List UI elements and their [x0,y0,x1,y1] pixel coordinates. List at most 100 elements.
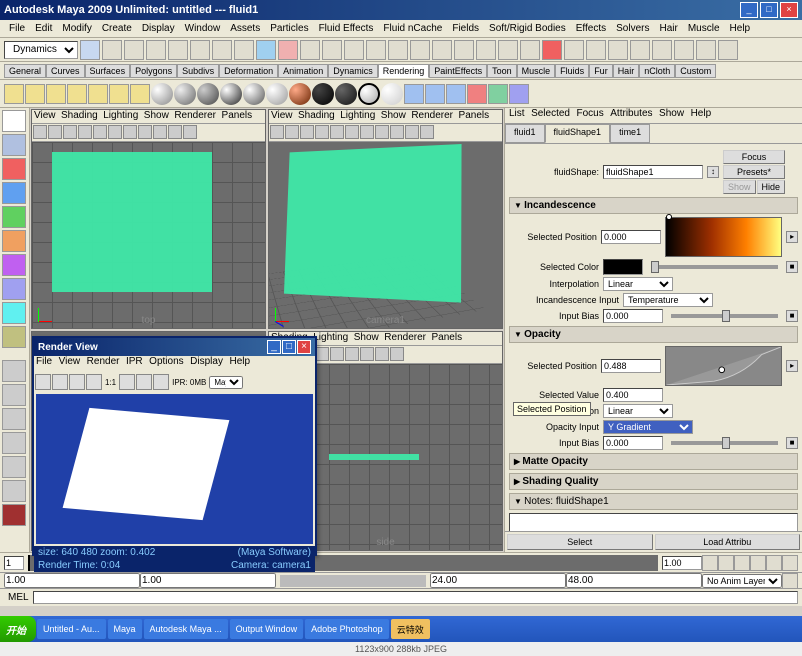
layout-icon[interactable] [2,504,26,526]
tool-icon[interactable] [2,326,26,348]
shelf-icon[interactable] [4,84,24,104]
material-sphere-icon[interactable] [243,83,265,105]
tool-icon[interactable] [718,40,738,60]
playback-play-icon[interactable] [750,555,766,571]
vp-tool-icon[interactable] [168,125,182,139]
sel-pos-input[interactable] [601,230,661,244]
shelf-tab[interactable]: Deformation [219,64,278,78]
playback-start-input[interactable] [4,556,24,570]
shelf-tab[interactable]: nCloth [639,64,675,78]
vp-tool-icon[interactable] [78,125,92,139]
vp-tool-icon[interactable] [270,125,284,139]
material-sphere-icon[interactable] [220,83,242,105]
vpmenu-panels[interactable]: Panels [459,110,490,121]
shelf-tab[interactable]: Toon [487,64,517,78]
shelf-tab[interactable]: Subdivs [177,64,219,78]
rvmenu-render[interactable]: Render [87,356,120,367]
conn-icon[interactable]: ■ [786,261,798,273]
notes-header[interactable]: Notes: fluidShape1 [509,493,798,510]
nav-icon[interactable]: ↕ [707,166,719,178]
rvmenu-display[interactable]: Display [190,356,223,367]
vp-tool-icon[interactable] [390,125,404,139]
range-start2-input[interactable] [140,573,276,588]
menu-window[interactable]: Window [180,21,226,36]
render-view-titlebar[interactable]: Render View _ □ × [34,338,315,356]
menu-edit[interactable]: Edit [30,21,57,36]
rv-tool-icon[interactable] [35,374,51,390]
rv-tool-icon[interactable] [86,374,102,390]
menu-effects[interactable]: Effects [571,21,611,36]
anim-opt-icon[interactable] [782,573,798,589]
layout-icon[interactable] [2,408,26,430]
shelf-tab[interactable]: Dynamics [328,64,378,78]
tool-icon[interactable] [2,302,26,324]
range-end-input[interactable] [430,573,566,588]
rvmenu-help[interactable]: Help [229,356,250,367]
hide-button[interactable]: Hide [757,180,786,194]
vpmenu-panels[interactable]: Panels [222,110,253,121]
shelf-tab[interactable]: Surfaces [85,64,131,78]
shelf-tab[interactable]: Muscle [517,64,556,78]
rv-tool-icon[interactable] [52,374,68,390]
tool-icon[interactable] [498,40,518,60]
attrmenu-list[interactable]: List [509,108,525,119]
vp-tool-icon[interactable] [345,125,359,139]
vpmenu-lighting[interactable]: Lighting [313,332,348,343]
tool-icon[interactable] [234,40,254,60]
rv-tool-icon[interactable] [119,374,135,390]
playback-rewind-icon[interactable] [702,555,718,571]
menu-hair[interactable]: Hair [655,21,683,36]
rv-tool-icon[interactable] [69,374,85,390]
taskbar-item[interactable]: Autodesk Maya ... [144,619,228,639]
vpmenu-view[interactable]: View [34,110,56,121]
material-sphere-icon[interactable] [151,83,173,105]
bias-input[interactable] [603,309,663,323]
conn-icon[interactable]: ■ [786,437,798,449]
presets-button[interactable]: Presets* [723,165,785,179]
attrmenu-help[interactable]: Help [691,108,712,119]
vpmenu-lighting[interactable]: Lighting [340,110,375,121]
rv-tool-icon[interactable] [136,374,152,390]
load-attr-button[interactable]: Load Attribu [655,534,801,550]
menu-help[interactable]: Help [725,21,756,36]
rvmenu-ipr[interactable]: IPR [126,356,143,367]
shelf-tab[interactable]: Hair [613,64,640,78]
select-tool-icon[interactable] [2,110,26,132]
vp-tool-icon[interactable] [330,347,344,361]
shape-name-input[interactable] [603,165,703,179]
tool-icon[interactable] [652,40,672,60]
playback-play-back-icon[interactable] [734,555,750,571]
paint-tool-icon[interactable] [2,158,26,180]
range-track[interactable] [280,575,426,587]
vpmenu-shading[interactable]: Shading [298,110,335,121]
light-icon[interactable] [109,84,129,104]
rv-renderer-dropdown[interactable]: May [209,376,243,389]
focus-button[interactable]: Focus [723,150,785,164]
tool-icon[interactable] [80,40,100,60]
close-button[interactable]: × [780,2,798,18]
attr-tab-fluid1[interactable]: fluid1 [505,124,545,143]
soft-tool-icon[interactable] [2,278,26,300]
light-icon[interactable] [130,84,150,104]
render-icon[interactable] [425,84,445,104]
menu-fluid-effects[interactable]: Fluid Effects [314,21,379,36]
move-tool-icon[interactable] [2,182,26,204]
tool-icon[interactable] [366,40,386,60]
tool-icon[interactable] [124,40,144,60]
select-button[interactable]: Select [507,534,653,550]
tool-icon[interactable] [256,40,276,60]
tool-icon[interactable] [564,40,584,60]
playback-step-fwd-icon[interactable] [766,555,782,571]
menu-softrigid[interactable]: Soft/Rigid Bodies [484,21,571,36]
opacity-ramp[interactable] [665,346,782,386]
menu-particles[interactable]: Particles [265,21,313,36]
material-sphere-icon[interactable] [266,83,288,105]
taskbar-item[interactable]: 云特效 [391,619,430,639]
material-sphere-icon[interactable] [335,83,357,105]
ramp-opt-icon[interactable]: ▸ [786,360,798,372]
light-icon[interactable] [25,84,45,104]
tool-icon[interactable] [476,40,496,60]
light-icon[interactable] [46,84,66,104]
vp-tool-icon[interactable] [285,125,299,139]
tool-icon[interactable] [168,40,188,60]
